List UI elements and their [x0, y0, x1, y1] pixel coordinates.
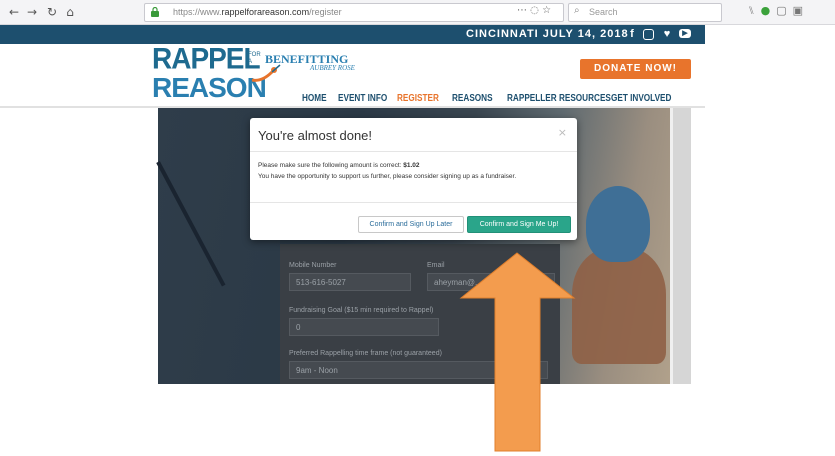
annotation-arrow-icon	[459, 252, 576, 452]
